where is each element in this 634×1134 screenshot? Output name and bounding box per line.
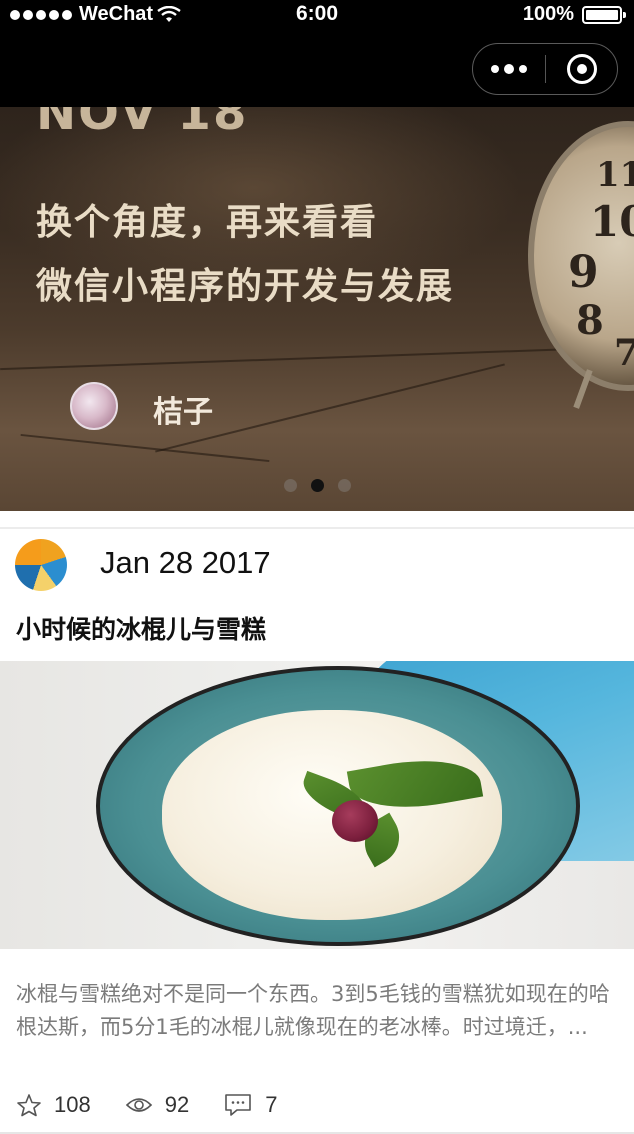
battery-percentage: 100% [522,3,574,25]
banner-headline-line2: 微信小程序的开发与发展 [36,266,455,307]
bowl [96,666,580,946]
divider [0,527,634,529]
banner-carousel[interactable]: NOV 18 换个角度，再来看看 微信小程序的开发与发展 桔子 11 10 9 … [0,107,634,511]
post-excerpt: 冰棍与雪糕绝对不是同一个东西。3到5毛钱的雪糕犹如现在的哈根达斯，而5分1毛的冰… [16,982,610,1039]
views-count: 92 [164,1092,190,1117]
post-stats: 108 92 7 [16,1092,311,1118]
clock-numeral: 7 [614,332,634,374]
close-mini-program-button[interactable] [546,54,617,84]
post-date: Jan 28 2017 [100,545,271,580]
status-bar: WeChat 6:00 100% [0,0,634,32]
comments-count: 7 [265,1092,278,1117]
comments-stat[interactable]: 7 [223,1092,277,1118]
more-dot-icon [519,65,527,73]
post-title[interactable]: 小时候的冰棍儿与雪糕 [16,610,266,646]
clock-numeral: 11 [596,155,634,195]
more-dot-icon [504,64,514,74]
stars-stat[interactable]: 108 [16,1092,91,1118]
eye-icon [125,1098,152,1112]
post-author-avatar[interactable] [15,539,67,591]
banner-date: NOV 18 [36,107,249,141]
raspberry [332,800,378,842]
clock-numeral: 10 [590,197,634,246]
navigation-bar [0,32,634,107]
comment-icon [225,1094,252,1116]
banner-author-avatar [70,382,118,430]
mini-program-capsule [472,43,618,95]
more-dot-icon [491,65,499,73]
carousel-indicator [0,479,634,492]
views-stat: 92 [125,1092,189,1118]
carousel-dot[interactable] [283,479,297,492]
battery-icon [582,5,626,24]
wood-grain [20,433,270,463]
stars-count: 108 [54,1092,91,1117]
banner-headline-line1: 换个角度，再来看看 [36,202,379,243]
wood-grain [0,345,634,371]
carousel-dot[interactable] [337,479,351,492]
clock-numeral: 9 [568,247,599,298]
post-cover-image[interactable] [0,661,634,949]
target-circle-icon [566,54,597,84]
carousel-dot-active[interactable] [310,479,324,492]
clock-numeral: 8 [576,297,604,344]
star-icon [17,1094,41,1117]
status-right: 100% [522,3,626,26]
banner-author-name: 桔子 [153,395,213,430]
more-menu-button[interactable] [473,44,545,94]
